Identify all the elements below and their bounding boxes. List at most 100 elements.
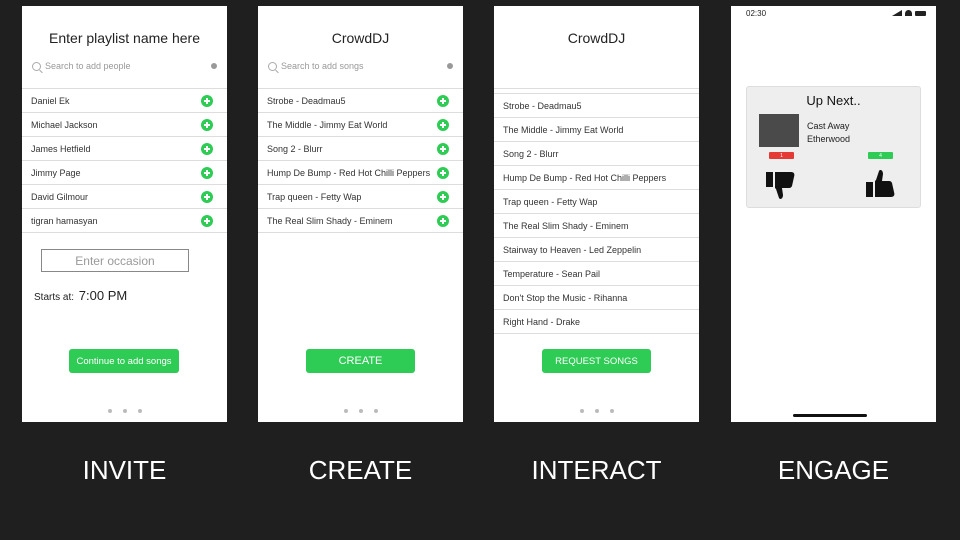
list-item[interactable]: Don't Stop the Music - Rihanna bbox=[494, 286, 699, 310]
song-name: Hump De Bump - Red Hot Chilli Peppers bbox=[503, 172, 667, 183]
plus-icon[interactable] bbox=[437, 118, 449, 131]
list-item[interactable]: Hump De Bump - Red Hot Chilli Peppers bbox=[258, 161, 463, 185]
song-name: Song 2 - Blurr bbox=[267, 143, 323, 154]
list-item[interactable]: David Gilmour bbox=[22, 185, 227, 209]
caption-engage: ENGAGE bbox=[777, 455, 890, 485]
page-indicator bbox=[494, 409, 699, 413]
plus-icon[interactable] bbox=[201, 166, 213, 179]
plus-icon[interactable] bbox=[437, 94, 449, 107]
song-name: Trap queen - Fetty Wap bbox=[503, 196, 598, 207]
song-artist: Etherwood bbox=[807, 134, 851, 144]
search-icon bbox=[32, 61, 41, 71]
search-icon bbox=[268, 61, 277, 71]
list-item[interactable]: Jimmy Page bbox=[22, 161, 227, 185]
list-item[interactable]: tigran hamasyan bbox=[22, 209, 227, 233]
plus-icon[interactable] bbox=[201, 118, 213, 131]
person-name: David Gilmour bbox=[31, 191, 89, 202]
song-name: Hump De Bump - Red Hot Chilli Peppers bbox=[267, 167, 431, 178]
song-name: Stairway to Heaven - Led Zeppelin bbox=[503, 244, 642, 255]
app-title: CrowdDJ bbox=[331, 30, 390, 46]
app-title: CrowdDJ bbox=[567, 30, 626, 46]
song-name: The Middle - Jimmy Eat World bbox=[503, 124, 624, 135]
list-item[interactable]: Temperature - Sean Pail bbox=[494, 262, 699, 286]
up-next-card: Up Next.. Cast Away Etherwood 1 4 bbox=[746, 86, 921, 208]
downvote-count: 1 bbox=[769, 152, 794, 159]
search-placeholder: Search to add people bbox=[45, 61, 131, 71]
status-bar: 02:30 bbox=[746, 9, 926, 19]
wifi-icon bbox=[905, 10, 912, 16]
song-list: Strobe - Deadmau5 The Middle - Jimmy Eat… bbox=[494, 93, 699, 334]
list-item[interactable]: Right Hand - Drake bbox=[494, 310, 699, 334]
list-item[interactable]: Song 2 - Blurr bbox=[258, 137, 463, 161]
thumbs-down-icon[interactable] bbox=[764, 169, 798, 203]
plus-icon[interactable] bbox=[201, 94, 213, 107]
page-indicator bbox=[258, 409, 463, 413]
list-item[interactable]: The Real Slim Shady - Eminem bbox=[494, 214, 699, 238]
search-people-input[interactable]: Search to add people bbox=[32, 58, 217, 74]
plus-icon[interactable] bbox=[437, 190, 449, 203]
list-item[interactable]: The Middle - Jimmy Eat World bbox=[494, 118, 699, 142]
search-songs-input[interactable]: Search to add songs bbox=[268, 58, 453, 74]
people-list: Daniel Ek Michael Jackson James Hetfield… bbox=[22, 88, 227, 233]
list-item[interactable]: Strobe - Deadmau5 bbox=[258, 89, 463, 113]
list-item[interactable]: Michael Jackson bbox=[22, 113, 227, 137]
clear-icon[interactable] bbox=[447, 63, 453, 69]
list-item[interactable]: The Real Slim Shady - Eminem bbox=[258, 209, 463, 233]
search-placeholder: Search to add songs bbox=[281, 61, 364, 71]
occasion-input[interactable]: Enter occasion bbox=[41, 249, 189, 272]
thumbs-up-icon[interactable] bbox=[864, 167, 898, 201]
song-name: Strobe - Deadmau5 bbox=[267, 95, 346, 106]
list-item[interactable]: Stairway to Heaven - Led Zeppelin bbox=[494, 238, 699, 262]
caption-invite: INVITE bbox=[82, 455, 167, 485]
song-name: Right Hand - Drake bbox=[503, 316, 581, 327]
list-item[interactable]: Hump De Bump - Red Hot Chilli Peppers bbox=[494, 166, 699, 190]
starts-label: Starts at: bbox=[34, 292, 75, 303]
song-list: Strobe - Deadmau5 The Middle - Jimmy Eat… bbox=[258, 88, 463, 233]
battery-icon bbox=[915, 10, 926, 16]
upvote-count: 4 bbox=[868, 152, 893, 159]
caption-create: CREATE bbox=[308, 455, 413, 485]
song-name: The Middle - Jimmy Eat World bbox=[267, 119, 388, 130]
person-name: Michael Jackson bbox=[31, 119, 98, 130]
up-next-title: Up Next.. bbox=[806, 93, 861, 108]
list-item[interactable]: Trap queen - Fetty Wap bbox=[258, 185, 463, 209]
song-name: The Real Slim Shady - Eminem bbox=[267, 215, 393, 226]
request-songs-button[interactable]: REQUEST SONGS bbox=[542, 349, 651, 373]
song-title: Cast Away bbox=[807, 121, 850, 131]
engage-screen: 02:30 Up Next.. Cast Away Etherwood 1 4 bbox=[731, 6, 936, 422]
list-item[interactable]: Strobe - Deadmau5 bbox=[494, 94, 699, 118]
list-item[interactable]: Daniel Ek bbox=[22, 89, 227, 113]
song-name: Don't Stop the Music - Rihanna bbox=[503, 292, 628, 303]
playlist-name-input[interactable]: Enter playlist name here bbox=[22, 30, 227, 46]
create-screen: CrowdDJ Search to add songs Strobe - Dea… bbox=[258, 6, 463, 422]
interact-screen: CrowdDJ Strobe - Deadmau5 The Middle - J… bbox=[494, 6, 699, 422]
starts-time[interactable]: 7:00 PM bbox=[79, 288, 127, 303]
plus-icon[interactable] bbox=[201, 142, 213, 155]
caption-interact: INTERACT bbox=[531, 455, 662, 485]
divider bbox=[494, 88, 699, 89]
invite-screen: Enter playlist name here Search to add p… bbox=[22, 6, 227, 422]
plus-icon[interactable] bbox=[201, 214, 213, 227]
status-time: 02:30 bbox=[746, 9, 767, 18]
plus-icon[interactable] bbox=[437, 166, 449, 179]
list-item[interactable]: Song 2 - Blurr bbox=[494, 142, 699, 166]
signal-icon bbox=[892, 10, 902, 16]
clear-icon[interactable] bbox=[211, 63, 217, 69]
list-item[interactable]: James Hetfield bbox=[22, 137, 227, 161]
create-button[interactable]: CREATE bbox=[306, 349, 415, 373]
continue-button[interactable]: Continue to add songs bbox=[69, 349, 179, 373]
plus-icon[interactable] bbox=[437, 142, 449, 155]
song-name: Trap queen - Fetty Wap bbox=[267, 191, 362, 202]
person-name: Jimmy Page bbox=[31, 167, 81, 178]
home-indicator[interactable] bbox=[793, 414, 867, 417]
page-indicator bbox=[22, 409, 227, 413]
list-item[interactable]: Trap queen - Fetty Wap bbox=[494, 190, 699, 214]
list-item[interactable]: The Middle - Jimmy Eat World bbox=[258, 113, 463, 137]
plus-icon[interactable] bbox=[201, 190, 213, 203]
song-name: Song 2 - Blurr bbox=[503, 148, 559, 159]
album-art bbox=[759, 114, 799, 147]
person-name: James Hetfield bbox=[31, 143, 91, 154]
plus-icon[interactable] bbox=[437, 214, 449, 227]
start-time[interactable]: Starts at: 7:00 PM bbox=[34, 288, 127, 303]
song-name: Strobe - Deadmau5 bbox=[503, 100, 582, 111]
